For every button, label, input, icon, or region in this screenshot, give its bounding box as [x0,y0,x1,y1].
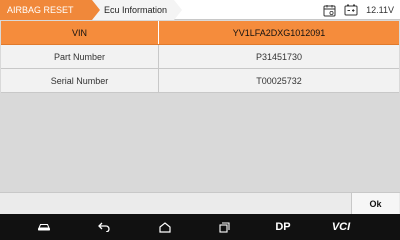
navigation-bar: DP VCI [0,214,400,240]
table-key: Serial Number [1,69,159,92]
ok-button[interactable]: Ok [351,193,399,215]
breadcrumb-label: AIRBAG RESET [7,5,74,15]
table-row[interactable]: Part Number P31451730 [1,45,399,69]
table-row-vin[interactable]: VIN YV1LFA2DXG1012091 [1,21,399,45]
table-value: T00025732 [256,76,302,86]
breadcrumb-airbag-reset[interactable]: AIRBAG RESET [0,0,102,20]
table-key: Part Number [1,45,159,68]
table-row[interactable]: Serial Number T00025732 [1,69,399,93]
dp-button[interactable]: DP [268,214,298,240]
back-icon[interactable] [94,214,114,240]
battery-icon [344,3,358,17]
voltage-readout: 12.11V [366,5,394,15]
vci-label: VCI [331,221,351,233]
car-icon[interactable] [34,214,54,240]
ecu-info-table: VIN YV1LFA2DXG1012091 Part Number P31451… [1,21,399,93]
calendar-icon[interactable] [322,3,336,17]
recent-apps-icon[interactable] [214,214,234,240]
dp-label: DP [275,221,291,233]
table-value: P31451730 [255,52,303,62]
vci-button[interactable]: VCI [326,214,356,240]
status-area: 12.11V [322,0,394,20]
table-value: YV1LFA2DXG1012091 [232,28,326,38]
table-key: VIN [1,21,159,44]
top-bar: AIRBAG RESET Ecu Information 12.11V [0,0,400,20]
breadcrumb-label: Ecu Information [104,5,168,15]
action-bar: Ok [0,192,400,215]
breadcrumb-ecu-information[interactable]: Ecu Information [92,0,182,20]
home-icon[interactable] [155,214,175,240]
